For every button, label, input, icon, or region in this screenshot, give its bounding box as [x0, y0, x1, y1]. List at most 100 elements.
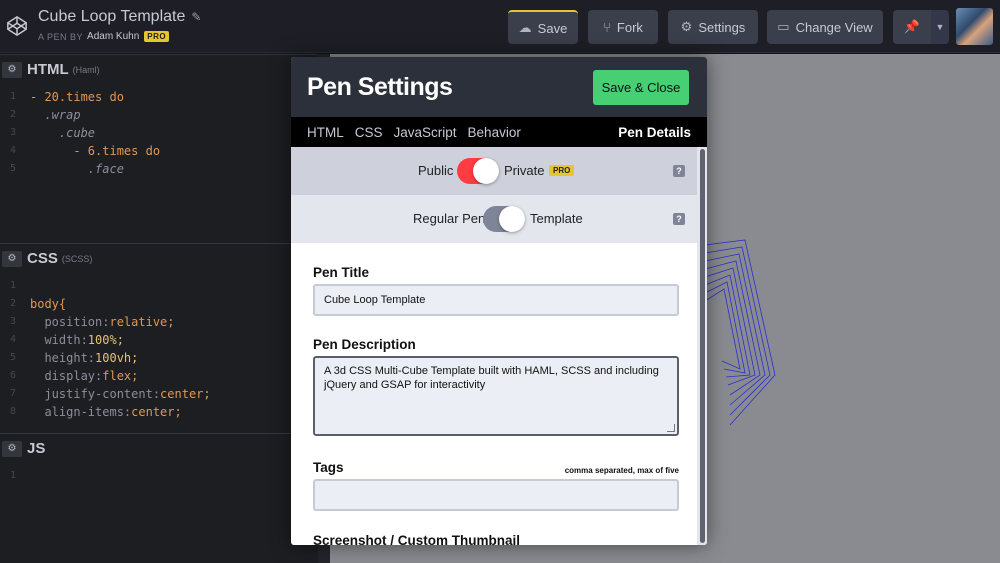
pin-dropdown-button[interactable]: ▼	[931, 10, 949, 44]
line-number: 1	[10, 470, 17, 481]
modal-scrollbar[interactable]	[697, 147, 707, 545]
top-bar: Cube Loop Template ✎ A PEN BY Adam Kuhn …	[0, 0, 1000, 53]
pen-description-text: A 3d CSS Multi-Cube Template built with …	[324, 365, 659, 391]
pro-badge: PRO	[144, 31, 170, 42]
pro-badge: PRO	[549, 165, 575, 176]
line-number: 3	[10, 316, 17, 327]
css-panel-title: CSS	[27, 250, 58, 267]
privacy-row: Public Private PRO ?	[291, 147, 697, 195]
html-panel: ⚙ HTML (Haml) 1 - 20.times do 2 .wrap 3 .…	[0, 54, 320, 242]
code-line: 5 .face	[0, 160, 320, 178]
modal-tabs: HTML CSS JavaScript Behavior Pen Details	[291, 117, 707, 147]
screenshot-label: Screenshot / Custom Thumbnail	[313, 533, 521, 545]
js-code-area[interactable]: 1	[0, 463, 320, 485]
js-panel: ⚙ JS 1	[0, 433, 320, 563]
template-toggle[interactable]	[483, 206, 525, 232]
pin-button[interactable]: 📌	[893, 10, 931, 44]
regular-pen-label: Regular Pen	[413, 211, 486, 226]
code-text: body{	[30, 297, 67, 311]
code-line: 8 align-items: center;	[0, 403, 320, 421]
user-avatar[interactable]	[956, 8, 993, 45]
pen-title-row: Cube Loop Template ✎	[38, 8, 201, 26]
css-panel-preprocessor: (SCSS)	[61, 253, 93, 264]
change-view-label: Change View	[795, 19, 873, 35]
pen-title[interactable]: Cube Loop Template	[38, 8, 185, 26]
help-icon[interactable]: ?	[673, 213, 685, 225]
fork-icon: ⑂	[603, 19, 611, 35]
pen-description-label: Pen Description	[313, 337, 416, 352]
help-icon[interactable]: ?	[673, 165, 685, 177]
line-number: 7	[10, 388, 17, 399]
code-line: 7 justify-content: center;	[0, 385, 320, 403]
gear-icon[interactable]: ⚙	[2, 250, 22, 267]
editor-column: ⚙ HTML (Haml) 1 - 20.times do 2 .wrap 3 .…	[0, 54, 320, 563]
codepen-logo-icon[interactable]	[6, 15, 28, 37]
tags-label: Tags	[313, 460, 344, 475]
code-property: justify-content:	[30, 387, 161, 401]
code-line: 3 position: relative;	[0, 313, 320, 331]
code-value: flex;	[102, 369, 139, 383]
tab-javascript[interactable]: JavaScript	[394, 125, 457, 140]
tab-behavior[interactable]: Behavior	[468, 125, 521, 140]
code-line: 2 body{	[0, 295, 320, 313]
line-number: 4	[10, 145, 17, 156]
pen-title-input[interactable]: Cube Loop Template	[313, 284, 679, 316]
gear-icon[interactable]: ⚙	[2, 440, 22, 457]
template-label: Template	[530, 211, 583, 226]
code-line: 1	[0, 277, 320, 295]
pencil-icon[interactable]: ✎	[191, 10, 201, 24]
fork-button-label: Fork	[616, 19, 643, 35]
code-line: 1 - 20.times do	[0, 88, 320, 106]
resize-grip-icon[interactable]	[667, 424, 675, 432]
author-link[interactable]: Adam Kuhn	[87, 31, 139, 42]
css-code-area[interactable]: 1 2 body{ 3 position: relative; 4 width: 10…	[0, 273, 320, 421]
scrollbar-thumb[interactable]	[700, 149, 705, 543]
code-line: 6 display: flex;	[0, 367, 320, 385]
save-button[interactable]: ☁ Save	[508, 10, 578, 44]
tab-css[interactable]: CSS	[355, 125, 383, 140]
tab-pen-details[interactable]: Pen Details	[618, 125, 691, 140]
code-line: 2 .wrap	[0, 106, 320, 124]
gear-icon: ⚙	[680, 19, 693, 34]
save-button-label: Save	[537, 20, 568, 36]
code-value: center;	[160, 387, 211, 401]
js-panel-header: ⚙ JS	[0, 433, 320, 463]
pen-description-textarea[interactable]: A 3d CSS Multi-Cube Template built with …	[313, 356, 679, 436]
html-panel-header: ⚙ HTML (Haml)	[0, 54, 320, 84]
code-text: - 20.times do	[30, 90, 124, 104]
template-row: Regular Pen Template ?	[291, 195, 697, 243]
fork-button[interactable]: ⑂ Fork	[588, 10, 658, 44]
css-panel: ⚙ CSS (SCSS) 1 2 body{ 3 position: relativ…	[0, 243, 320, 431]
code-text: .cube	[30, 126, 96, 140]
private-label: Private	[504, 163, 545, 178]
code-value: relative;	[109, 315, 175, 329]
change-view-button[interactable]: ▭ Change View	[767, 10, 883, 44]
code-text: .face	[30, 162, 124, 176]
code-property: display:	[30, 369, 103, 383]
code-property: position:	[30, 315, 110, 329]
byline-prefix: A PEN BY	[38, 31, 84, 42]
cube-preview-graphic	[704, 239, 776, 426]
html-code-area[interactable]: 1 - 20.times do 2 .wrap 3 .cube 4 - 6.tim…	[0, 84, 320, 178]
code-value: center;	[131, 405, 182, 419]
code-text: .wrap	[30, 108, 81, 122]
tags-hint: comma separated, max of five	[564, 466, 679, 475]
privacy-toggle[interactable]	[457, 158, 499, 184]
line-number: 2	[10, 298, 17, 309]
line-number: 1	[10, 280, 17, 291]
save-close-button[interactable]: Save & Close	[593, 70, 689, 105]
line-number: 2	[10, 109, 17, 120]
code-line: 4 width: 100%;	[0, 331, 320, 349]
line-number: 6	[10, 370, 17, 381]
code-value: 100vh;	[95, 351, 139, 365]
modal-header: Pen Settings Save & Close	[291, 57, 707, 117]
tab-html[interactable]: HTML	[307, 125, 344, 140]
toggle-knob	[499, 206, 525, 232]
gear-icon[interactable]: ⚙	[2, 61, 22, 78]
line-number: 1	[10, 91, 17, 102]
line-number: 5	[10, 163, 17, 174]
settings-button[interactable]: ⚙ Settings	[668, 10, 758, 44]
tags-input[interactable]	[313, 479, 679, 511]
js-panel-title: JS	[27, 440, 46, 457]
code-property: align-items:	[30, 405, 132, 419]
